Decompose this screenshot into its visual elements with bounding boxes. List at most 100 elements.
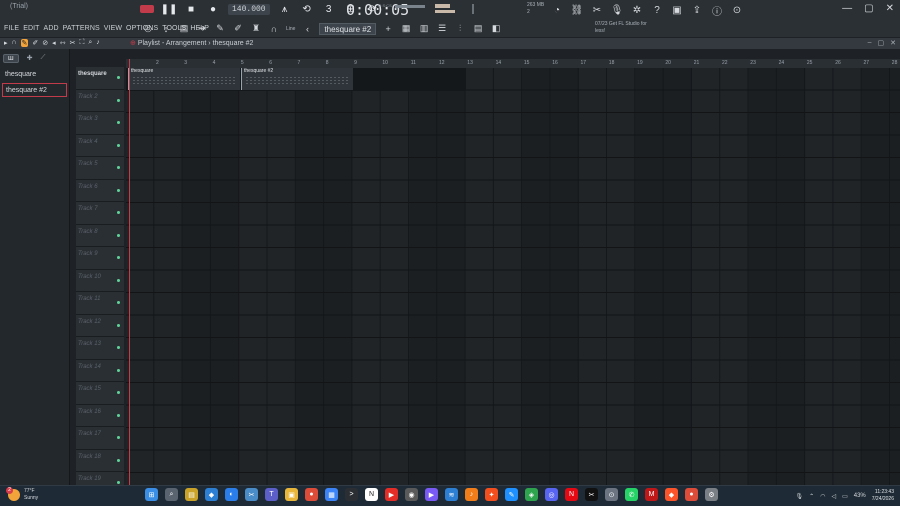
slice-tool-icon[interactable]: ✂ bbox=[70, 39, 76, 47]
slip-tool-icon[interactable]: ⇿ bbox=[60, 39, 66, 47]
battery-icon[interactable]: ▭ bbox=[842, 493, 848, 500]
track-header[interactable]: thesquare bbox=[76, 67, 124, 90]
menu-add[interactable]: ADD bbox=[44, 25, 59, 32]
track-header[interactable]: Track 16 bbox=[76, 405, 124, 427]
mic-tray-icon[interactable]: 🎙 bbox=[796, 493, 804, 500]
menu-file[interactable]: FILE bbox=[4, 25, 19, 32]
search-icon[interactable]: ⌕ bbox=[165, 488, 178, 501]
menu-edit[interactable]: EDIT bbox=[23, 25, 39, 32]
teams-icon[interactable]: T bbox=[265, 488, 278, 501]
track-mute-led[interactable] bbox=[117, 278, 120, 282]
minimize-icon[interactable]: — bbox=[842, 3, 852, 14]
stamp-icon[interactable]: ♜ bbox=[250, 23, 262, 35]
track-header[interactable]: Track 3 bbox=[76, 112, 124, 135]
menu-patterns[interactable]: PATTERNS bbox=[63, 25, 100, 32]
whatsapp-icon[interactable]: ✆ bbox=[625, 488, 638, 501]
timeline-ruler[interactable]: 2 3 4 5 6 7 8 9 10 11 12 13 14 15 16 17 18 19 20 21 22 23 24 25… bbox=[126, 59, 900, 68]
capcut-icon[interactable]: ✂ bbox=[585, 488, 598, 501]
tempo-tap-icon[interactable]: ↕ bbox=[160, 23, 172, 35]
track-header[interactable]: Track 18 bbox=[76, 450, 124, 472]
magnet-icon[interactable]: ∩ bbox=[268, 23, 280, 35]
track-mute-led[interactable] bbox=[117, 121, 120, 124]
link-icon[interactable]: ⛓ bbox=[570, 3, 584, 17]
close-icon[interactable]: ✕ bbox=[886, 3, 894, 14]
track-mute-led[interactable] bbox=[117, 98, 120, 102]
time-icon[interactable]: ◔ bbox=[550, 3, 564, 17]
brush-icon[interactable]: ✐ bbox=[232, 23, 244, 35]
track-header[interactable]: Track 8 bbox=[76, 225, 124, 247]
pattern-clip[interactable]: thesquare #2 bbox=[241, 68, 353, 90]
play-pause-button[interactable]: ❚❚ bbox=[161, 2, 178, 16]
tab-audio-icon[interactable]: ✚ bbox=[27, 54, 33, 62]
weather-widget[interactable]: 2 77°F Sunny bbox=[6, 487, 38, 502]
record-button[interactable]: ● bbox=[206, 2, 220, 16]
track-mute-led[interactable] bbox=[117, 323, 120, 327]
export-icon[interactable]: ⇪ bbox=[690, 3, 704, 17]
prev-pattern-icon[interactable]: ‹ bbox=[301, 23, 313, 35]
tempo-display[interactable]: 140.000 bbox=[228, 3, 270, 15]
track-header[interactable]: Track 10 bbox=[76, 270, 124, 292]
playback-tool-icon[interactable]: ♪ bbox=[96, 39, 100, 47]
clock[interactable]: 11:23:43 7/24/2026 bbox=[872, 489, 894, 503]
pattern-item[interactable]: thesquare bbox=[2, 68, 67, 82]
files-icon[interactable]: ▤ bbox=[185, 488, 198, 501]
knob-icon[interactable]: ◎ bbox=[142, 23, 154, 35]
edge-icon[interactable]: ◐ bbox=[225, 488, 238, 501]
figma-icon[interactable]: ✦ bbox=[485, 488, 498, 501]
chrome-icon[interactable]: ● bbox=[305, 488, 318, 501]
magnet-snap-icon[interactable]: ∩ bbox=[12, 39, 17, 47]
track-header[interactable]: Track 15 bbox=[76, 382, 124, 405]
stop-button[interactable]: ■ bbox=[184, 2, 198, 16]
playlist-icon[interactable]: ▦ bbox=[400, 23, 412, 35]
track-header[interactable]: Track 5 bbox=[76, 157, 124, 180]
speaker-icon[interactable]: ◁ bbox=[831, 493, 836, 500]
track-mute-led[interactable] bbox=[117, 256, 120, 259]
media-icon[interactable]: ▶ bbox=[425, 488, 438, 501]
snap-select[interactable]: Line bbox=[286, 26, 295, 32]
playlist-minimize-icon[interactable]: – bbox=[868, 39, 872, 47]
store-icon[interactable]: ▦ bbox=[325, 488, 338, 501]
mic-icon[interactable]: 🎙 bbox=[610, 3, 624, 17]
paint-tool-icon[interactable]: ✐ bbox=[32, 39, 38, 47]
track-mute-led[interactable] bbox=[117, 143, 120, 147]
master-volume-pitch[interactable] bbox=[395, 3, 480, 15]
menu-arrow-icon[interactable]: ▸ bbox=[4, 39, 8, 47]
track-mute-led[interactable] bbox=[117, 346, 120, 349]
playlist-options-icon[interactable]: ⊕ bbox=[130, 40, 136, 47]
mute-tool-icon[interactable]: ◂ bbox=[52, 39, 56, 47]
wait-record-icon[interactable]: ⟲ bbox=[300, 2, 314, 16]
playlist-maximize-icon[interactable]: ▢ bbox=[878, 39, 885, 47]
mcafee-icon[interactable]: M bbox=[645, 488, 658, 501]
wifi-icon[interactable]: ◠ bbox=[820, 493, 825, 500]
track-mute-led[interactable] bbox=[117, 211, 120, 214]
chevron-up-icon[interactable]: ⌃ bbox=[809, 493, 814, 500]
netflix-icon[interactable]: N bbox=[565, 488, 578, 501]
countdown-icon[interactable]: 3 bbox=[322, 2, 336, 16]
piano-roll-icon[interactable]: ▥ bbox=[418, 23, 430, 35]
playlist-close-icon[interactable]: ✕ bbox=[890, 39, 896, 47]
track-mute-led[interactable] bbox=[117, 233, 120, 237]
track-mute-led[interactable] bbox=[117, 188, 120, 192]
chrome2-icon[interactable]: ● bbox=[685, 488, 698, 501]
arrangement-grid[interactable] bbox=[126, 68, 900, 485]
record-mode-icon[interactable]: ⊙ bbox=[730, 3, 744, 17]
track-header[interactable]: Track 7 bbox=[76, 202, 124, 225]
menu-view[interactable]: VIEW bbox=[104, 25, 122, 32]
track-header[interactable]: Track 4 bbox=[76, 135, 124, 157]
delete-tool-icon[interactable]: ⊘ bbox=[42, 39, 48, 47]
pattern-clip[interactable]: thesquare bbox=[128, 68, 240, 90]
pattern-selector[interactable]: thesquare #2 bbox=[319, 22, 377, 35]
info-icon[interactable]: ⓘ bbox=[710, 3, 724, 18]
brave-icon[interactable]: ◆ bbox=[665, 488, 678, 501]
settings-icon[interactable]: ✲ bbox=[630, 3, 644, 17]
track-header[interactable]: Track 13 bbox=[76, 337, 124, 360]
youtube-icon[interactable]: ▶ bbox=[385, 488, 398, 501]
channel-rack-icon[interactable]: ☰ bbox=[436, 23, 448, 35]
track-header[interactable]: Track 9 bbox=[76, 247, 124, 270]
maximize-icon[interactable]: ▢ bbox=[864, 3, 873, 14]
settings-icon[interactable]: ⚙ bbox=[705, 488, 718, 501]
pencil-icon[interactable]: ✎ bbox=[214, 23, 226, 35]
track-header[interactable]: Track 12 bbox=[76, 315, 124, 337]
track-mute-led[interactable] bbox=[117, 481, 120, 484]
track-mute-led[interactable] bbox=[117, 413, 120, 417]
